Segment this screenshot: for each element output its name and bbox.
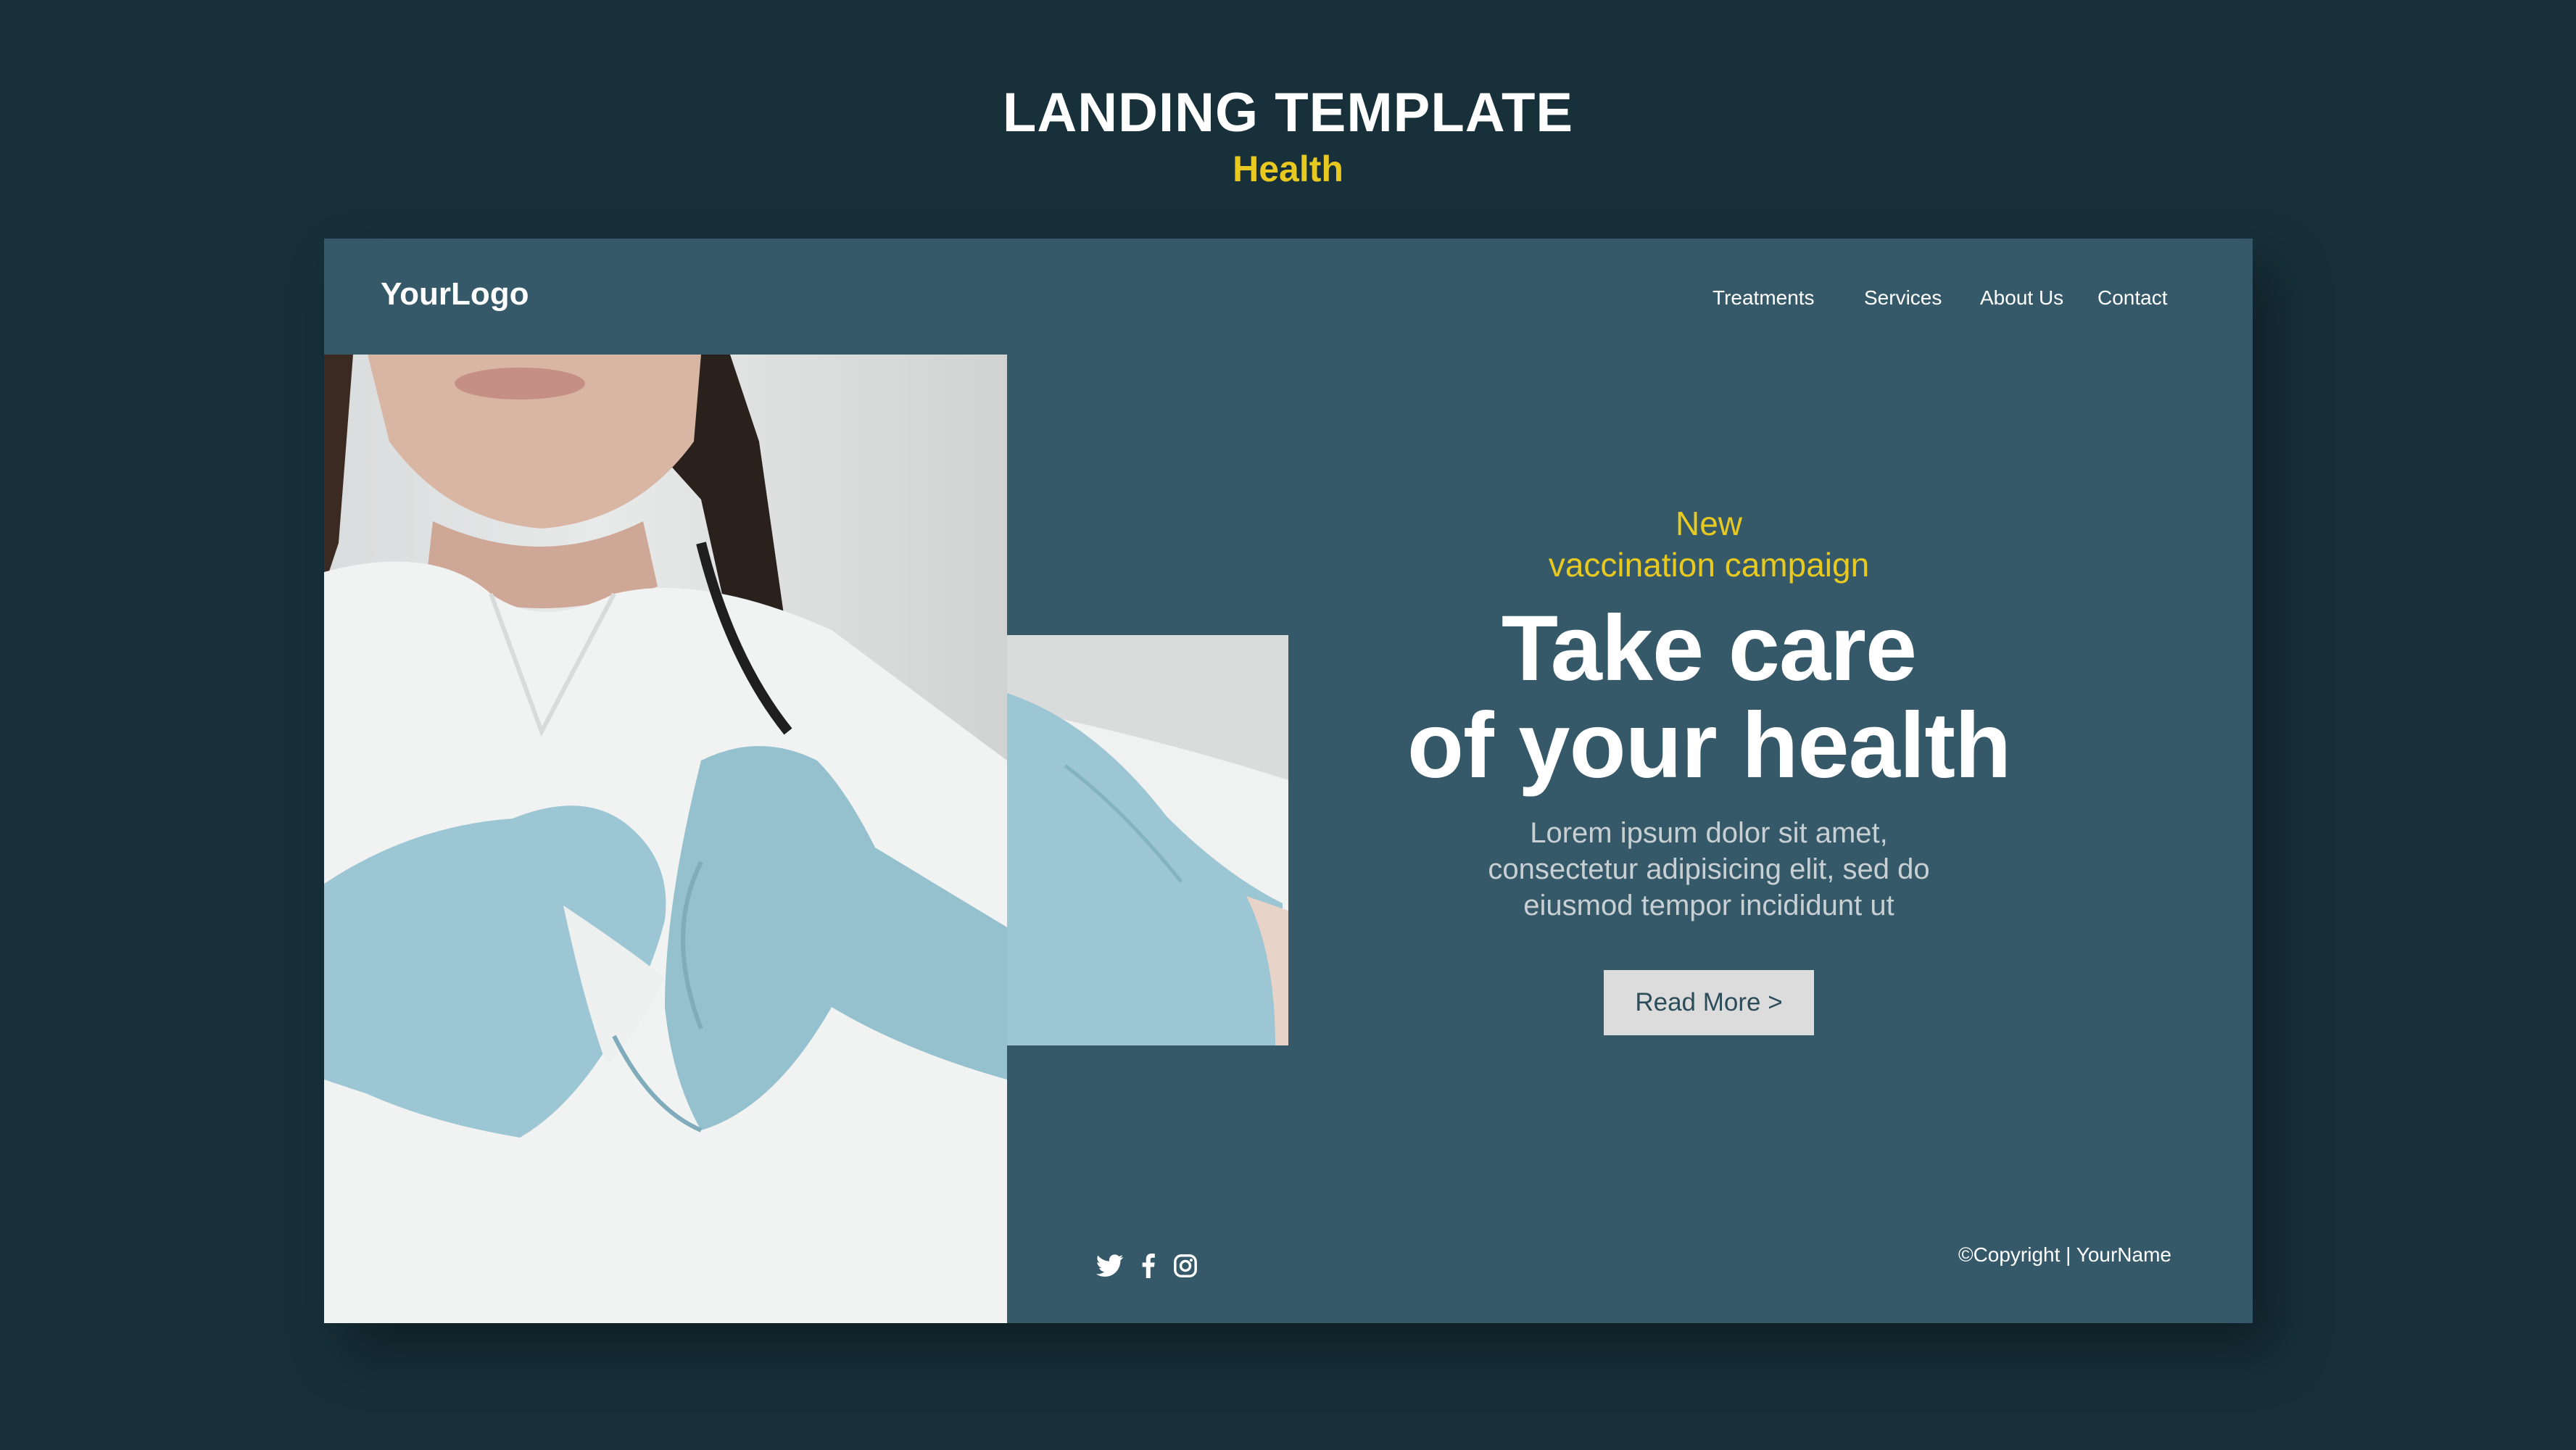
nav-about-us[interactable]: About Us	[1980, 286, 2063, 310]
read-more-button[interactable]: Read More >	[1604, 970, 1814, 1035]
hero-photo	[324, 355, 1007, 1323]
facebook-icon[interactable]	[1141, 1254, 1156, 1278]
campaign-tag-line-1: New	[1675, 505, 1743, 542]
hero-body-line-1: Lorem ipsum dolor sit amet,	[1530, 817, 1888, 849]
site-logo[interactable]: YourLogo	[381, 276, 529, 312]
hero-body: Lorem ipsum dolor sit amet, consectetur …	[1419, 815, 1999, 924]
twitter-icon[interactable]	[1096, 1254, 1124, 1278]
hero-section: New vaccination campaign Take care of yo…	[1339, 503, 2079, 1035]
copyright-text: ©Copyright | YourName	[1958, 1243, 2171, 1266]
hero-headline-line-2: of your health	[1407, 694, 2011, 798]
hero-body-line-3: eiusmod tempor incididunt ut	[1523, 890, 1894, 921]
page: LANDING TEMPLATE Health YourLogo Treatme…	[0, 0, 2576, 1450]
doctor-photo-illustration	[324, 355, 1007, 1323]
page-title: LANDING TEMPLATE	[1002, 82, 1574, 144]
nav-contact[interactable]: Contact	[2097, 286, 2168, 310]
nav-treatments[interactable]: Treatments	[1712, 286, 1815, 310]
hero-headline-line-1: Take care	[1501, 597, 1917, 700]
landing-card: YourLogo Treatments Services About Us Co…	[324, 239, 2253, 1323]
glove-photo-illustration	[1007, 635, 1288, 1045]
campaign-tag-line-2: vaccination campaign	[1548, 546, 1870, 584]
hero-photo-side	[1007, 635, 1288, 1045]
hero-body-line-2: consectetur adipisicing elit, sed do	[1488, 853, 1930, 885]
nav-services[interactable]: Services	[1864, 286, 1942, 310]
instagram-icon[interactable]	[1173, 1254, 1198, 1278]
hero-headline: Take care of your health	[1339, 600, 2079, 795]
page-subtitle: Health	[1233, 149, 1343, 189]
